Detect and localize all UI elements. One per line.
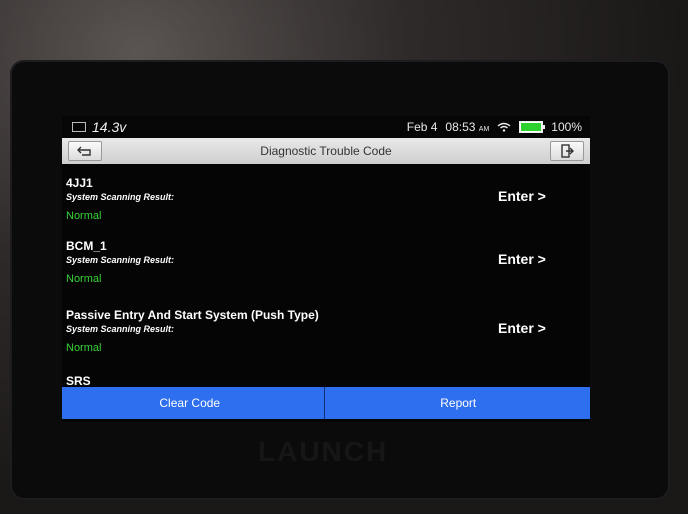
status-bar: 14.3v Feb 4 08:53 AM 100% [62, 116, 590, 138]
system-list: 4JJ1 System Scanning Result: Normal Ente… [62, 164, 590, 388]
enter-button[interactable]: Enter > [498, 188, 546, 204]
system-name: BCM_1 [66, 239, 107, 253]
status-date: Feb 4 [406, 120, 438, 134]
list-item[interactable]: SRS [62, 362, 590, 388]
scan-result-label: System Scanning Result: [66, 255, 175, 265]
system-name: SRS [66, 374, 91, 388]
status-ampm: AM [478, 126, 490, 133]
status-time: 08:53 [445, 120, 476, 134]
action-bar: Clear Code Report [62, 387, 590, 419]
exit-button[interactable] [550, 141, 584, 161]
enter-button[interactable]: Enter > [498, 251, 546, 267]
screen: 14.3v Feb 4 08:53 AM 100% Diagnostic Tro… [62, 116, 590, 422]
page-title: Diagnostic Trouble Code [260, 144, 392, 158]
scan-status: Normal [66, 210, 102, 222]
system-name: Passive Entry And Start System (Push Typ… [66, 308, 319, 322]
exit-icon [561, 144, 574, 158]
tablet-device: 14.3v Feb 4 08:53 AM 100% Diagnostic Tro… [0, 0, 688, 514]
scan-status: Normal [66, 273, 102, 285]
clear-code-button[interactable]: Clear Code [62, 387, 325, 419]
system-name: 4JJ1 [66, 176, 93, 190]
voltage-readout: 14.3v [92, 119, 127, 135]
brand-logo: LAUNCH [258, 436, 389, 467]
report-button[interactable]: Report [325, 387, 591, 419]
list-item[interactable]: Passive Entry And Start System (Push Typ… [62, 296, 590, 358]
enter-button[interactable]: Enter > [498, 320, 546, 336]
wifi-icon [497, 122, 511, 132]
battery-percent: 100% [551, 120, 582, 134]
battery-icon [519, 121, 546, 133]
scan-result-label: System Scanning Result: [66, 192, 175, 202]
scan-status: Normal [66, 342, 102, 354]
list-item[interactable]: BCM_1 System Scanning Result: Normal Ent… [62, 227, 590, 289]
vehicle-battery-icon [72, 122, 86, 132]
scan-result-label: System Scanning Result: [66, 324, 175, 334]
list-item[interactable]: 4JJ1 System Scanning Result: Normal Ente… [62, 164, 590, 226]
title-bar: Diagnostic Trouble Code [62, 138, 590, 164]
